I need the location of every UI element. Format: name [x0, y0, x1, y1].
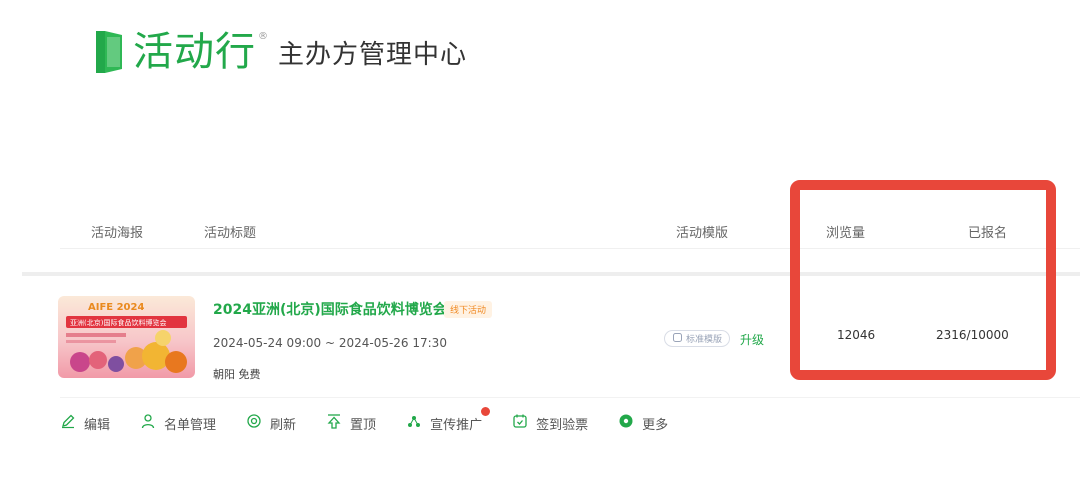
check-in-button[interactable]: 签到验票: [512, 413, 588, 433]
pin-top-label: 置顶: [350, 417, 377, 433]
highlight-annotation-box: [790, 180, 1056, 380]
attendee-list-label: 名单管理: [164, 417, 217, 433]
more-label: 更多: [642, 417, 669, 433]
brand-name: 活动行: [133, 29, 256, 75]
edit-label: 编辑: [84, 417, 111, 433]
attendee-list-button[interactable]: 名单管理: [140, 413, 216, 433]
share-icon: [406, 413, 422, 433]
pin-top-icon: [326, 413, 342, 433]
event-title-link[interactable]: 2024亚洲(北京)国际食品饮料博览会: [213, 299, 447, 319]
actions-divider: [60, 397, 1080, 398]
brand-subtitle: 主办方管理中心: [278, 39, 468, 70]
svg-text:亚洲(北京)国际食品饮料博览会: 亚洲(北京)国际食品饮料博览会: [70, 318, 166, 327]
promotion-label: 宣传推广: [430, 417, 483, 433]
refresh-button[interactable]: 刷新: [246, 413, 296, 433]
calendar-check-icon: [512, 413, 528, 433]
notification-dot: [481, 407, 491, 416]
refresh-label: 刷新: [270, 417, 297, 433]
event-poster[interactable]: AIFE 2024 亚洲(北京)国际食品饮料博览会: [58, 296, 195, 378]
more-button[interactable]: 更多: [618, 413, 668, 433]
template-tag-label: 标准模版: [686, 335, 723, 345]
pencil-icon: [60, 413, 76, 433]
door-logo-icon: [95, 28, 125, 76]
event-location-price: 朝阳 免费: [213, 368, 261, 381]
column-header-template: 活动模版: [676, 226, 729, 241]
svg-text:AIFE 2024: AIFE 2024: [88, 302, 144, 313]
refresh-icon: [246, 413, 262, 433]
pin-top-button[interactable]: 置顶: [326, 413, 376, 433]
upgrade-link[interactable]: 升级: [740, 331, 764, 348]
more-icon: [618, 413, 634, 433]
column-header-title: 活动标题: [204, 226, 257, 241]
user-icon: [140, 413, 156, 433]
template-tag: 标准模版: [664, 330, 730, 347]
brand-logo[interactable]: 活动行 ® 主办方管理中心: [95, 22, 467, 82]
promotion-button[interactable]: 宣传推广: [406, 407, 491, 433]
template-icon: [673, 332, 682, 345]
column-header-poster: 活动海报: [91, 226, 144, 241]
edit-button[interactable]: 编辑: [60, 413, 110, 433]
event-time-range: 2024-05-24 09:00 ~ 2024-05-26 17:30: [213, 336, 447, 350]
check-in-label: 签到验票: [536, 417, 589, 433]
registered-mark: ®: [258, 30, 268, 42]
row-actions-bar: 编辑 名单管理 刷新 置顶 宣传推广 签到验票 更多: [60, 407, 698, 433]
status-badge: 线下活动: [444, 301, 493, 318]
